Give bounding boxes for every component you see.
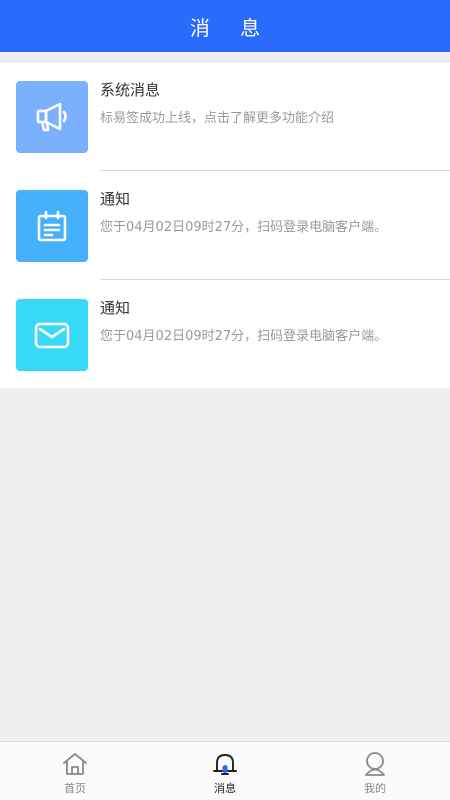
megaphone-icon — [16, 81, 88, 153]
calendar-notice-icon — [16, 190, 88, 262]
tab-label: 我的 — [364, 782, 386, 795]
message-desc: 您于04月02日09时27分，扫码登录电脑客户端。 — [100, 220, 388, 235]
tab-home[interactable]: 首页 — [0, 742, 150, 800]
tab-profile[interactable]: 我的 — [300, 742, 450, 800]
bell-icon — [213, 754, 237, 775]
app-root: 消 息 系统消息 标易签成功上线，点击了解更多功能介绍 通知 您于04月02日0… — [0, 0, 450, 800]
message-desc: 您于04月02日09时27分，扫码登录电脑客户端。 — [100, 329, 388, 344]
header-bar: 消 息 — [0, 0, 450, 52]
message-title: 通知 — [100, 299, 131, 317]
home-icon — [63, 753, 87, 775]
mail-icon — [16, 299, 88, 371]
message-title: 系统消息 — [100, 81, 161, 99]
message-title: 通知 — [100, 190, 131, 208]
message-item-system[interactable]: 系统消息 标易签成功上线，点击了解更多功能介绍 — [0, 62, 450, 171]
tab-messages[interactable]: 消息 — [150, 742, 300, 800]
tab-label: 消息 — [214, 782, 236, 795]
message-item-notice-1[interactable]: 通知 您于04月02日09时27分，扫码登录电脑客户端。 — [0, 171, 450, 280]
tab-label: 首页 — [64, 782, 86, 795]
message-desc: 标易签成功上线，点击了解更多功能介绍 — [100, 111, 335, 126]
bottom-tab-bar: 首页 消息 我的 — [0, 741, 450, 800]
message-item-notice-2[interactable]: 通知 您于04月02日09时27分，扫码登录电脑客户端。 — [0, 280, 450, 389]
message-list: 系统消息 标易签成功上线，点击了解更多功能介绍 通知 您于04月02日09时27… — [0, 61, 450, 388]
page-title: 消 息 — [189, 15, 273, 40]
profile-icon — [365, 752, 385, 776]
